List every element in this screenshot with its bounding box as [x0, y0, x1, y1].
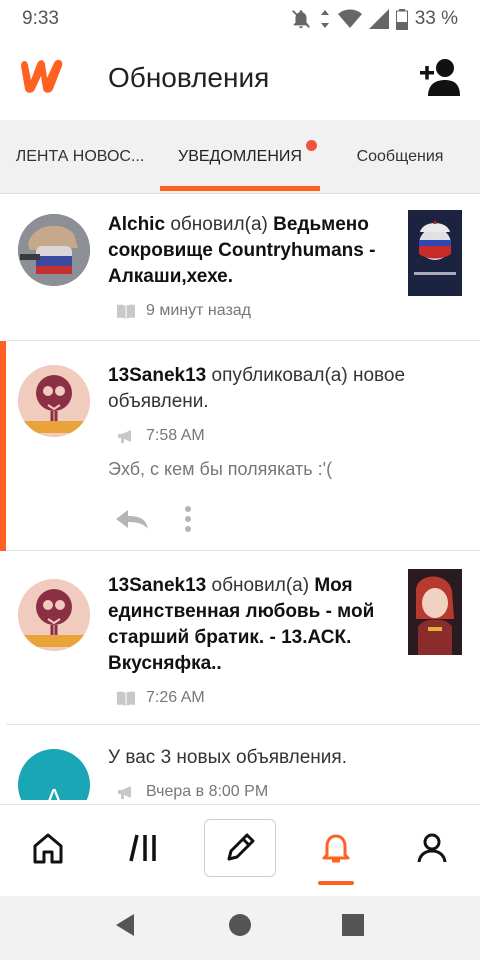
notification-meta: 7:58 AM [116, 427, 458, 445]
pencil-icon [227, 833, 255, 861]
wifi-icon [337, 9, 362, 28]
nav-write[interactable] [204, 819, 276, 877]
nav-profile[interactable] [396, 819, 468, 877]
back-icon[interactable] [110, 910, 140, 940]
data-arrows-icon [320, 10, 329, 28]
list-item[interactable]: 13Sanek13 обновил(а) Моя единственная лю… [0, 551, 480, 725]
notification-body: 13Sanek13 опубликовал(а) новое объявлени… [108, 363, 458, 532]
timestamp: 7:26 AM [146, 689, 205, 706]
system-navigation-bar [0, 896, 480, 960]
nav-notifications[interactable] [300, 819, 372, 877]
timestamp: 7:58 AM [146, 427, 205, 444]
notification-badge [306, 140, 317, 151]
notification-body: Alchic обновил(а) Ведьмено сокровище Cou… [108, 212, 398, 320]
notification-feed: Alchic обновил(а) Ведьмено сокровище Cou… [0, 194, 480, 800]
bell-icon [322, 834, 350, 863]
notification-body: 13Sanek13 обновил(а) Моя единственная лю… [108, 573, 398, 707]
notification-meta: 7:26 AM [116, 689, 398, 707]
user-name[interactable]: 13Sanek13 [108, 365, 206, 386]
list-item[interactable]: 13Sanek13 опубликовал(а) новое объявлени… [0, 341, 480, 551]
megaphone-icon [118, 786, 131, 799]
tab-messages[interactable]: Сообщения [320, 120, 480, 194]
tab-news-feed[interactable]: ЛЕНТА НОВОС... [0, 120, 160, 194]
megaphone-icon [118, 430, 131, 443]
user-name[interactable]: Alchic [108, 214, 165, 235]
notification-text: У вас 3 новых объявления. [108, 747, 347, 768]
home-icon [33, 833, 63, 864]
notification-headline: 13Sanek13 опубликовал(а) новое объявлени… [108, 363, 458, 415]
announcement-message: Эхб, с кем бы поляякать :'( [108, 459, 333, 479]
action-text: обновил(а) [211, 575, 310, 596]
status-bar: 9:33 33 % [0, 0, 480, 38]
user-name[interactable]: 13Sanek13 [108, 575, 206, 596]
nav-home[interactable] [12, 819, 84, 877]
active-nav-indicator [318, 881, 354, 885]
avatar[interactable] [18, 214, 90, 286]
add-user-icon[interactable] [418, 58, 460, 98]
list-item[interactable]: Alchic обновил(а) Ведьмено сокровище Cou… [0, 194, 480, 341]
book-icon [117, 304, 135, 319]
signal-icon [368, 9, 389, 29]
active-tab-indicator [160, 186, 320, 191]
avatar[interactable] [18, 579, 90, 651]
bottom-navigation [0, 804, 480, 896]
notifications-off-icon [291, 10, 310, 29]
notification-meta: 9 минут назад [116, 302, 398, 320]
tab-notifications[interactable]: УВЕДОМЛЕНИЯ [160, 120, 320, 194]
timestamp: Вчера в 8:00 PM [146, 783, 269, 800]
avatar[interactable]: A [18, 749, 90, 800]
unread-accent-bar [0, 341, 6, 551]
timestamp: 9 минут назад [146, 302, 252, 319]
action-text: обновил(а) [170, 214, 268, 235]
item-actions [114, 506, 458, 532]
avatar-letter: A [45, 782, 63, 801]
status-icons: 33 % [290, 8, 458, 30]
home-circle-icon[interactable] [225, 910, 255, 940]
profile-icon [417, 833, 447, 863]
page-title: Обновления [108, 62, 270, 93]
list-item[interactable]: A У вас 3 новых объявления. Вчера в 8:00… [0, 725, 480, 800]
status-time: 9:33 [22, 8, 59, 29]
story-cover-thumbnail[interactable] [408, 569, 462, 655]
app-header: Обновления [0, 38, 480, 120]
battery-level: 33 % [414, 8, 458, 29]
recents-icon[interactable] [338, 910, 368, 940]
tab-bar: ЛЕНТА НОВОС... УВЕДОМЛЕНИЯ Сообщения [0, 120, 480, 194]
notification-body: У вас 3 новых объявления. Вчера в 8:00 P… [108, 745, 458, 800]
library-icon [129, 834, 156, 862]
book-icon [117, 691, 135, 706]
more-options-icon[interactable] [184, 506, 192, 532]
story-cover-thumbnail[interactable] [408, 210, 462, 296]
reply-icon[interactable] [114, 508, 150, 530]
notification-headline: 13Sanek13 обновил(а) Моя единственная лю… [108, 573, 398, 677]
notification-meta: Вчера в 8:00 PM [116, 783, 458, 800]
nav-library[interactable] [108, 819, 180, 877]
notification-headline: Alchic обновил(а) Ведьмено сокровище Cou… [108, 212, 398, 290]
battery-icon [395, 8, 408, 30]
avatar[interactable] [18, 365, 90, 437]
wattpad-logo-icon[interactable] [18, 56, 68, 96]
